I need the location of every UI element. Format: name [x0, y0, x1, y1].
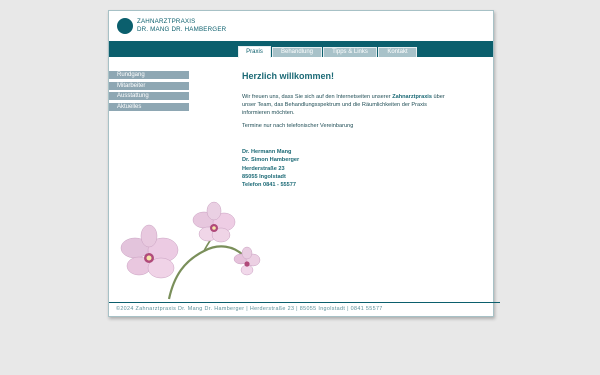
sidebar-item-aktuelles[interactable]: Aktuelles	[109, 102, 189, 111]
address-street: Herderstraße 23	[242, 165, 285, 172]
address-name-1: Dr. Hermann Mang	[242, 149, 292, 155]
sidebar-item-mitarbeiter[interactable]: Mitarbeiter	[109, 81, 189, 90]
address-city: 85055 Ingolstadt	[242, 173, 286, 180]
footer: ©2024 Zahnarztpraxis Dr. Mang Dr. Hamber…	[109, 302, 500, 312]
intro-link[interactable]: Zahnarztpraxis	[392, 94, 432, 100]
address-block: Dr. Hermann Mang Dr. Simon Hamberger Her…	[242, 148, 452, 189]
nav-bar: Praxis Behandlung Tipps & Links Kontakt	[109, 41, 493, 58]
address-phone: Telefon 0841 - 55577	[242, 182, 296, 189]
logo-text[interactable]: ZAHNARZTPRAXIS DR. MANG DR. HAMBERGER	[137, 18, 226, 33]
intro-text-1: Wir freuen uns, dass Sie sich auf den In…	[242, 94, 391, 100]
logo-circle-icon	[117, 18, 133, 34]
orchid-image	[120, 201, 261, 300]
address-name-2: Dr. Simon Hamberger	[242, 157, 300, 164]
sidebar-item-ausstattung[interactable]: Ausstattung	[109, 92, 189, 100]
tab-praxis[interactable]: Praxis	[238, 46, 271, 58]
logo-line-1: ZAHNARZTPRAXIS	[137, 18, 196, 25]
sidebar-item-rundgang[interactable]: Rundgang	[109, 71, 189, 79]
page-title: Herzlich willkommen!	[242, 71, 335, 81]
sidebar: Rundgang Mitarbeiter Ausstattung Aktuell…	[109, 71, 189, 113]
tab-behandlung[interactable]: Behandlung	[272, 47, 322, 57]
appointment-note: Termine nur nach telefonischer Vereinbar…	[242, 123, 354, 129]
intro-paragraph: Wir freuen uns, dass Sie sich auf den In…	[242, 93, 452, 117]
tab-kontakt[interactable]: Kontakt	[378, 47, 417, 57]
page-container: ZAHNARZTPRAXIS DR. MANG DR. HAMBERGER Pr…	[108, 10, 500, 317]
main-content: Herzlich willkommen! Wir freuen uns, das…	[242, 72, 452, 189]
logo-line-2: DR. MANG DR. HAMBERGER	[137, 25, 227, 33]
tab-tipps-links[interactable]: Tipps & Links	[323, 47, 377, 57]
